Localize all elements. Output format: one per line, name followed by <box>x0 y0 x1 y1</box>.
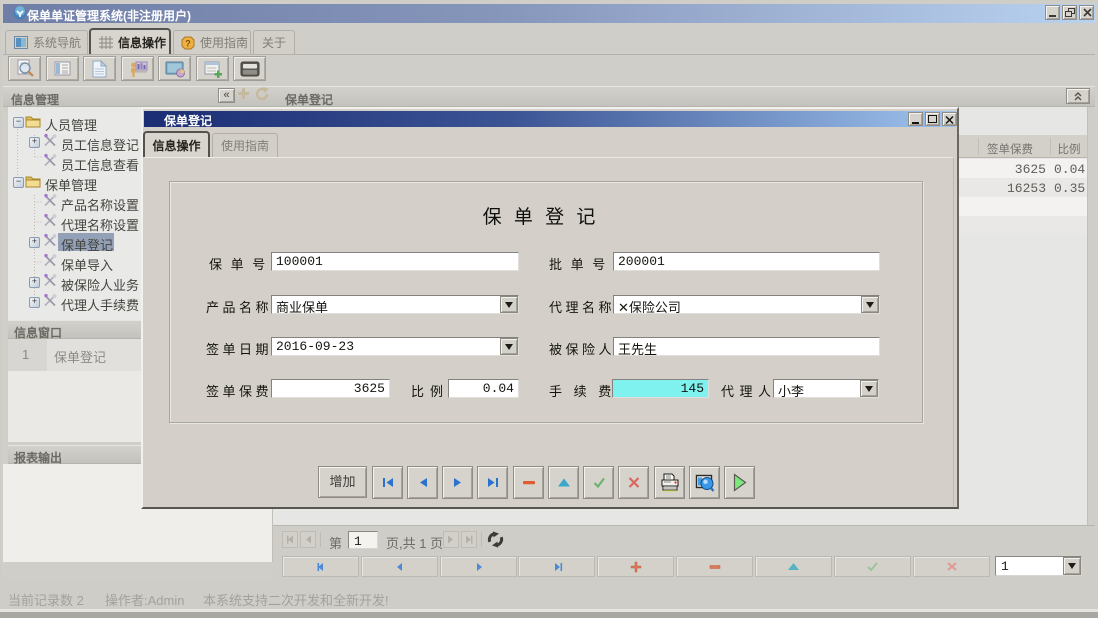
svg-text:?: ? <box>185 38 191 48</box>
